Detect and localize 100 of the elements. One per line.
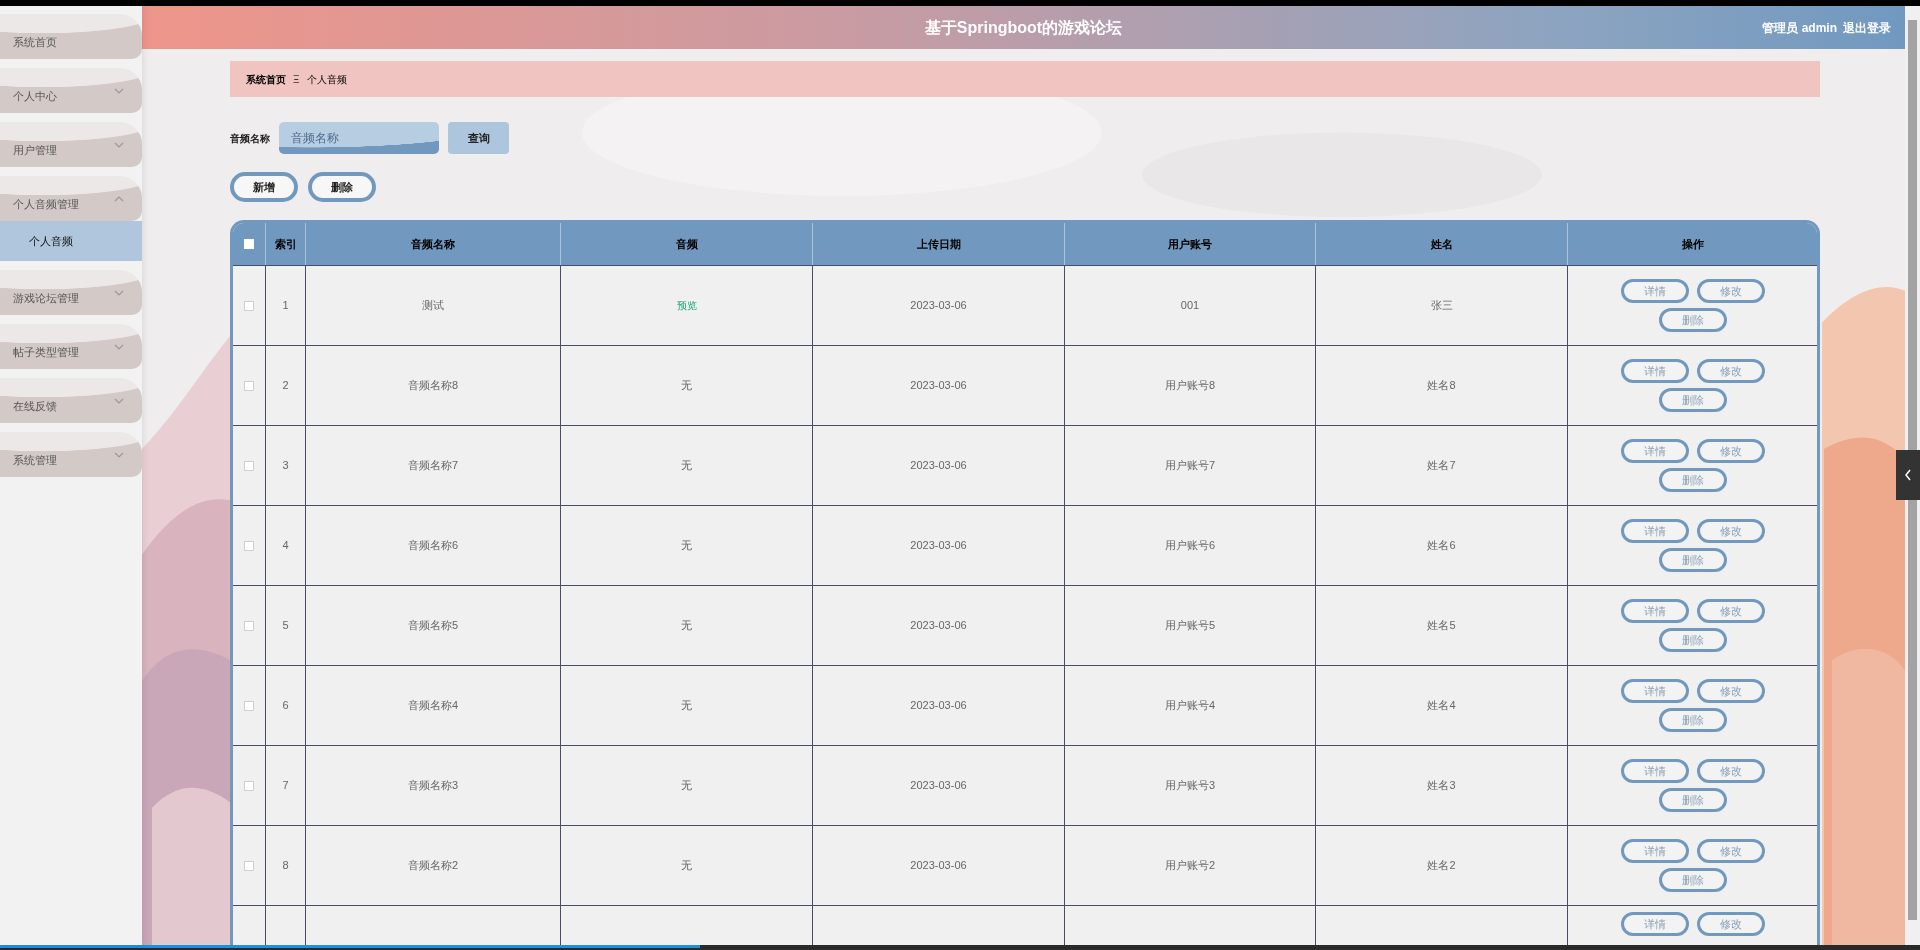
edit-button[interactable]: 修改	[1696, 679, 1765, 703]
table-cell-text: 2023-03-06	[910, 538, 967, 554]
details-button[interactable]: 详情	[1620, 519, 1689, 543]
table-cell-text: 用户账号7	[1164, 458, 1216, 474]
table-cell-text: 无	[681, 458, 692, 474]
table-cell-text: 用户账号5	[1164, 618, 1216, 634]
sidebar-item[interactable]: 系统首页	[0, 14, 142, 59]
row-checkbox[interactable]	[244, 700, 254, 711]
table-cell-text: 3	[282, 458, 289, 474]
sidebar-item[interactable]: 个人中心	[0, 68, 142, 113]
chevron-down-icon	[114, 141, 124, 148]
table-cell-text: 2023-03-06	[910, 698, 967, 714]
table-cell-text: 音频名称5	[407, 618, 459, 634]
delete-button[interactable]: 删除	[308, 172, 376, 202]
delete-button[interactable]: 删除	[1658, 788, 1727, 812]
sidebar-item[interactable]: 个人音频管理	[0, 176, 142, 221]
edit-button[interactable]: 修改	[1696, 599, 1765, 623]
row-checkbox[interactable]	[244, 460, 254, 471]
edit-button[interactable]: 修改	[1696, 279, 1765, 303]
row-checkbox[interactable]	[244, 380, 254, 391]
details-button[interactable]: 详情	[1620, 439, 1689, 463]
sidebar-item[interactable]: 用户管理	[0, 122, 142, 167]
logout-link[interactable]: 退出登录	[1843, 18, 1891, 37]
table-cell-text: 5	[282, 618, 289, 634]
table-cell-text: 姓名3	[1427, 778, 1456, 794]
details-button[interactable]: 详情	[1620, 912, 1689, 936]
preview-link[interactable]: 预览	[676, 298, 697, 313]
delete-button[interactable]: 删除	[1658, 628, 1727, 652]
table-cell-text: 姓名7	[1427, 458, 1456, 474]
delete-button[interactable]: 删除	[1658, 708, 1727, 732]
table-cell-text: 姓名2	[1427, 858, 1456, 874]
select-all-checkbox[interactable]	[244, 239, 254, 249]
edit-button[interactable]: 修改	[1696, 359, 1765, 383]
table-cell-text: 2023-03-06	[910, 618, 967, 634]
table-cell-text: 无	[681, 698, 692, 714]
edit-button[interactable]: 修改	[1696, 912, 1765, 936]
delete-button[interactable]: 删除	[1658, 548, 1727, 572]
table-cell-text: 测试	[422, 298, 444, 314]
details-button[interactable]: 详情	[1620, 759, 1689, 783]
table-cell-text: 姓名6	[1427, 538, 1456, 554]
chevron-down-icon	[114, 397, 124, 404]
horizontal-scrollbar[interactable]	[0, 945, 1920, 950]
details-button[interactable]: 详情	[1620, 599, 1689, 623]
breadcrumb-separator: Ξ	[293, 72, 300, 87]
table-cell-text: 姓名4	[1427, 698, 1456, 714]
table-cell-text: 2023-03-06	[910, 858, 967, 874]
sidebar-item[interactable]: 在线反馈	[0, 378, 142, 423]
column-header: 姓名	[1430, 236, 1453, 252]
app-title: 基于Springboot的游戏论坛	[924, 17, 1123, 38]
edit-button[interactable]: 修改	[1696, 839, 1765, 863]
chevron-down-icon	[114, 343, 124, 350]
column-header: 上传日期	[916, 236, 961, 252]
row-checkbox[interactable]	[244, 780, 254, 791]
table-cell-text: 用户账号4	[1164, 698, 1216, 714]
table-cell-text: 音频名称6	[407, 538, 459, 554]
table-cell-text: 2023-03-06	[910, 778, 967, 794]
sidebar-subitem[interactable]: 个人音频	[0, 221, 142, 261]
search-label: 音频名称	[230, 131, 270, 146]
row-checkbox[interactable]	[244, 540, 254, 551]
row-checkbox[interactable]	[244, 620, 254, 631]
add-button[interactable]: 新增	[230, 172, 298, 202]
delete-button[interactable]: 删除	[1658, 308, 1727, 332]
search-field[interactable]: 音频名称	[279, 122, 439, 154]
collapse-tab[interactable]	[1896, 450, 1920, 500]
table-cell-text: 2	[282, 378, 289, 394]
sidebar-item[interactable]: 游戏论坛管理	[0, 270, 142, 315]
chevron-up-icon	[114, 195, 124, 202]
column-header: 索引	[274, 236, 297, 252]
delete-button[interactable]: 删除	[1658, 388, 1727, 412]
table-cell-text: 音频名称8	[407, 378, 459, 394]
column-header: 音频	[675, 236, 698, 252]
edit-button[interactable]: 修改	[1696, 439, 1765, 463]
delete-button[interactable]: 删除	[1658, 468, 1727, 492]
breadcrumb-link[interactable]: 系统首页	[246, 71, 286, 87]
table-cell-text: 无	[681, 538, 692, 554]
table-cell-text: 用户账号2	[1164, 858, 1216, 874]
edit-button[interactable]: 修改	[1696, 759, 1765, 783]
table-cell-text: 7	[282, 778, 289, 794]
details-button[interactable]: 详情	[1620, 679, 1689, 703]
edit-button[interactable]: 修改	[1696, 519, 1765, 543]
details-button[interactable]: 详情	[1620, 839, 1689, 863]
details-button[interactable]: 详情	[1620, 279, 1689, 303]
details-button[interactable]: 详情	[1620, 359, 1689, 383]
table-cell-text: 无	[681, 378, 692, 394]
table-cell-text: 6	[282, 698, 289, 714]
sidebar-item[interactable]: 帖子类型管理	[0, 324, 142, 369]
table-cell-text: 音频名称7	[407, 458, 459, 474]
sidebar-item[interactable]: 系统管理	[0, 432, 142, 477]
search-button[interactable]: 查询	[448, 122, 509, 154]
table-cell-text: 音频名称3	[407, 778, 459, 794]
table-cell-text: 用户账号6	[1164, 538, 1216, 554]
table-cell-text: 2023-03-06	[910, 458, 967, 474]
chevron-down-icon	[114, 87, 124, 94]
table-cell-text: 姓名5	[1427, 618, 1456, 634]
row-checkbox[interactable]	[244, 860, 254, 871]
row-checkbox[interactable]	[244, 300, 254, 311]
table-cell-text: 张三	[1430, 298, 1453, 314]
table-cell-text: 用户账号3	[1164, 778, 1216, 794]
table-cell-text: 1	[282, 298, 289, 314]
delete-button[interactable]: 删除	[1658, 868, 1727, 892]
